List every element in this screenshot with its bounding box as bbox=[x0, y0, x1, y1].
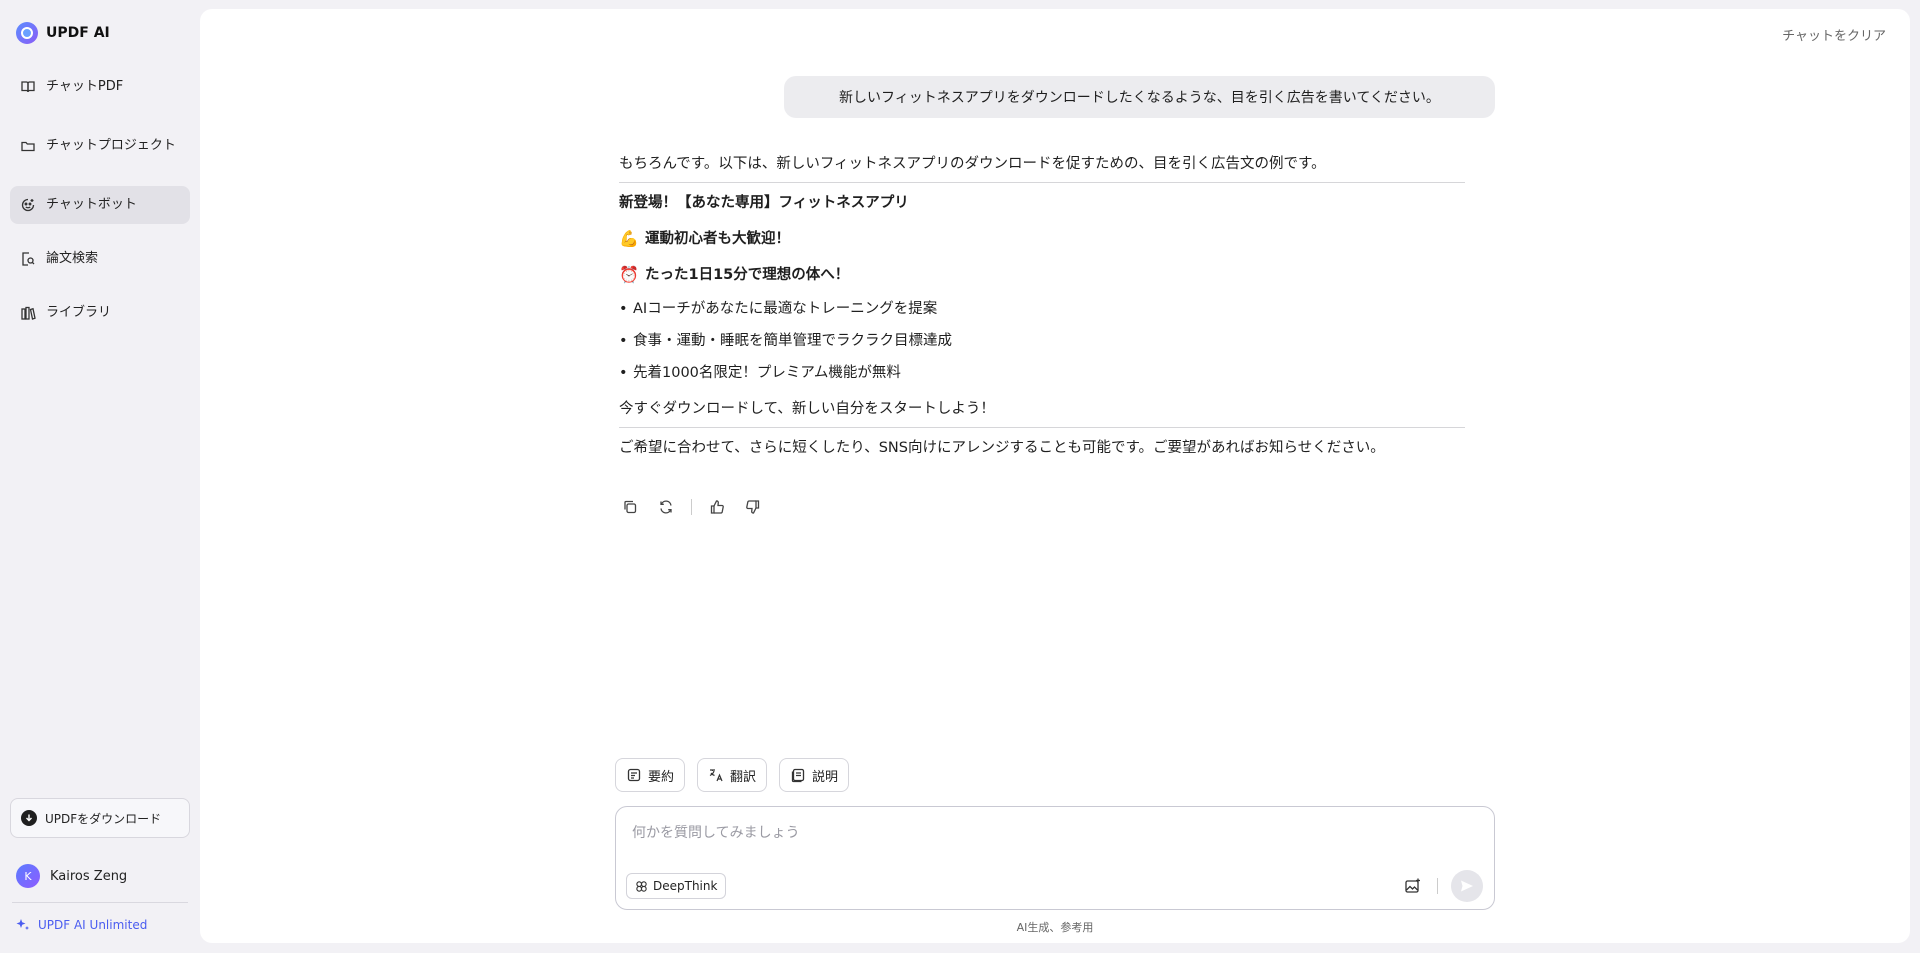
deepthink-toggle[interactable]: DeepThink bbox=[626, 873, 727, 899]
answer-heading-1-text: 運動初心者も大歓迎！ bbox=[645, 231, 790, 247]
deepthink-label: DeepThink bbox=[653, 879, 718, 893]
upgrade-unlimited-link[interactable]: UPDF AI Unlimited bbox=[16, 918, 147, 932]
unlimited-label: UPDF AI Unlimited bbox=[38, 918, 148, 932]
user-message-bubble: 新しいフィットネスアプリをダウンロードしたくなるような、目を引く広告を書いてくだ… bbox=[784, 76, 1495, 118]
brand-name: UPDF AI bbox=[46, 25, 110, 41]
sidebar-item-label: ライブラリ bbox=[46, 305, 112, 320]
sidebar-item-label: チャットPDF bbox=[46, 79, 124, 94]
sidebar-divider bbox=[12, 902, 188, 903]
user-name: Kairos Zeng bbox=[50, 868, 128, 884]
alarm-clock-icon: ⏰ bbox=[619, 265, 639, 284]
flexed-biceps-icon: 💪 bbox=[619, 229, 639, 248]
answer-intro: もちろんです。以下は、新しいフィットネスアプリのダウンロードを促すための、目を引… bbox=[619, 156, 1326, 172]
answer-title: 新登場！【あなた専用】フィットネスアプリ bbox=[619, 193, 1465, 213]
bullet-dot: • bbox=[619, 301, 628, 317]
answer-cta: 今すぐダウンロードして、新しい自分をスタートしよう！ bbox=[619, 401, 995, 417]
list-item: • AIコーチがあなたに最適なトレーニングを提案 bbox=[619, 299, 1465, 319]
brand[interactable]: UPDF AI bbox=[16, 22, 110, 44]
summary-icon bbox=[627, 768, 641, 782]
actions-divider bbox=[691, 499, 692, 515]
sparkle-icon bbox=[16, 919, 29, 930]
summary-button[interactable]: 要約 bbox=[615, 758, 686, 792]
translate-button[interactable]: 翻訳 bbox=[697, 758, 768, 792]
sidebar-item-label: チャットボット bbox=[46, 197, 137, 212]
search-document-icon bbox=[22, 252, 35, 266]
explain-label: 説明 bbox=[812, 769, 839, 785]
sidebar-item-label: 論文検索 bbox=[46, 251, 99, 266]
download-label: UPDFをダウンロード bbox=[45, 811, 162, 826]
translate-icon bbox=[709, 769, 723, 782]
answer-divider bbox=[619, 182, 1465, 183]
library-icon bbox=[21, 306, 36, 320]
assistant-answer: もちろんです。以下は、新しいフィットネスアプリのダウンロードを促すための、目を引… bbox=[619, 154, 1465, 458]
answer-actions bbox=[619, 496, 764, 518]
sidebar-item-chatbot[interactable]: チャットボット bbox=[10, 186, 190, 224]
list-item-text: 先着1000名限定！プレミアム機能が無料 bbox=[633, 365, 901, 381]
chat-main-panel: チャットをクリア 新しいフィットネスアプリをダウンロードしたくなるような、目を引… bbox=[200, 9, 1910, 943]
clear-chat-button[interactable]: チャットをクリア bbox=[1782, 25, 1886, 44]
answer-outro: ご希望に合わせて、さらに短くしたり、SNS向けにアレンジすることも可能です。ご要… bbox=[619, 440, 1385, 456]
send-button[interactable] bbox=[1451, 870, 1483, 902]
user-profile[interactable]: K Kairos Zeng bbox=[16, 864, 127, 888]
translate-label: 翻訳 bbox=[730, 769, 757, 785]
ai-disclaimer: AI生成、参考用 bbox=[1016, 921, 1094, 934]
sidebar-item-chat-pdf[interactable]: チャットPDF bbox=[10, 68, 190, 106]
answer-heading-2: ⏰ たった1日15分で理想の体へ！ bbox=[619, 265, 1465, 285]
thumbs-up-icon[interactable] bbox=[706, 496, 728, 518]
bullet-dot: • bbox=[619, 333, 628, 349]
regenerate-icon[interactable] bbox=[655, 496, 677, 518]
answer-heading-2-text: たった1日15分で理想の体へ！ bbox=[645, 267, 850, 283]
sidebar-nav: チャットPDF チャットプロジェクト チャットボット 論文検索 ライブラリ bbox=[10, 68, 190, 348]
download-updf-button[interactable]: UPDFをダウンロード bbox=[10, 798, 190, 838]
image-upload-icon[interactable] bbox=[1402, 875, 1424, 897]
chat-composer: DeepThink bbox=[615, 806, 1495, 910]
list-item: • 先着1000名限定！プレミアム機能が無料 bbox=[619, 363, 1465, 383]
explain-icon bbox=[791, 768, 805, 783]
copy-icon[interactable] bbox=[619, 496, 641, 518]
bot-icon bbox=[21, 198, 35, 212]
updf-logo-icon bbox=[16, 22, 38, 44]
list-item-text: AIコーチがあなたに最適なトレーニングを提案 bbox=[633, 301, 938, 317]
answer-heading-1: 💪 運動初心者も大歓迎！ bbox=[619, 229, 1465, 249]
answer-title-text: 新登場！【あなた専用】フィットネスアプリ bbox=[619, 195, 909, 211]
book-open-icon bbox=[21, 81, 35, 93]
sidebar-item-paper-search[interactable]: 論文検索 bbox=[10, 240, 190, 278]
quick-actions: 要約 翻訳 説明 bbox=[615, 758, 850, 792]
bullet-dot: • bbox=[619, 365, 628, 381]
download-icon bbox=[21, 810, 37, 826]
sidebar-item-chat-project[interactable]: チャットプロジェクト bbox=[10, 122, 190, 170]
composer-divider bbox=[1437, 878, 1438, 894]
sidebar-item-label: チャットプロジェクト bbox=[46, 138, 176, 153]
chat-input[interactable] bbox=[632, 821, 1472, 845]
list-item: • 食事・運動・睡眠を簡単管理でラクラク目標達成 bbox=[619, 331, 1465, 351]
answer-divider bbox=[619, 427, 1465, 428]
folder-icon bbox=[21, 141, 35, 152]
list-item-text: 食事・運動・睡眠を簡単管理でラクラク目標達成 bbox=[633, 333, 952, 349]
deepthink-icon bbox=[636, 880, 647, 892]
sidebar-item-library[interactable]: ライブラリ bbox=[10, 294, 190, 332]
thumbs-down-icon[interactable] bbox=[742, 496, 764, 518]
explain-button[interactable]: 説明 bbox=[779, 758, 850, 792]
summary-label: 要約 bbox=[648, 769, 675, 785]
sidebar: UPDF AI チャットPDF チャットプロジェクト チャットボット 論文検索 … bbox=[0, 0, 200, 953]
avatar: K bbox=[16, 864, 40, 888]
send-icon bbox=[1461, 880, 1473, 892]
